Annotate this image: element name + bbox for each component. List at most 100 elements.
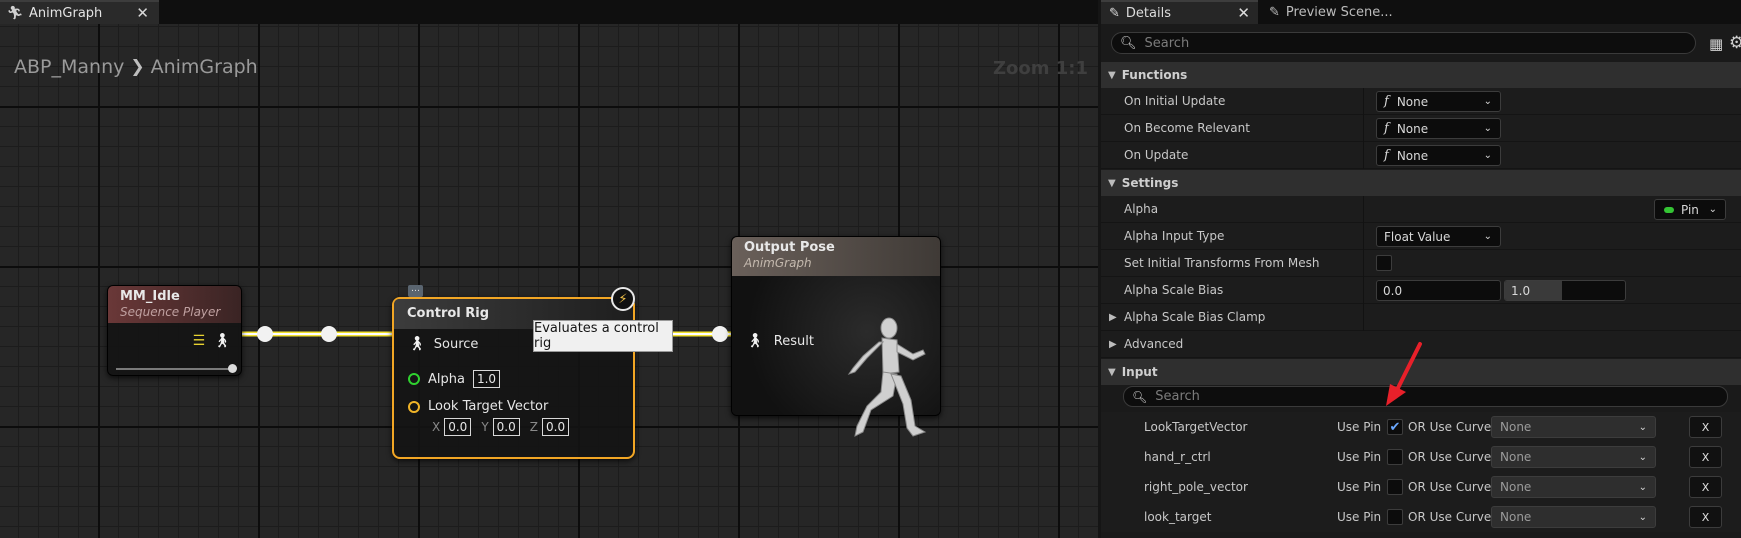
clear-curve-button[interactable]: X (1689, 476, 1722, 498)
scale-bias-min-field[interactable]: 0.0 (1376, 280, 1501, 301)
node-tooltip: Evaluates a control rig (533, 320, 673, 352)
search-icon: 🔍︎ (1120, 35, 1137, 51)
input-name: LookTargetVector (1144, 420, 1248, 434)
float-pin-icon[interactable] (408, 373, 420, 385)
alpha-value-field[interactable]: 1.0 (472, 370, 501, 388)
prop-alpha: Alpha Pin ⌄ (1101, 196, 1741, 223)
function-combo[interactable]: f None ⌄ (1376, 91, 1501, 112)
chevron-down-icon: ⌄ (1638, 421, 1647, 433)
graph-editor: 🏃︎ AnimGraph ✕ ABP_Manny ❯ AnimGraph Zoo… (0, 0, 1098, 538)
alpha-input-type-combo[interactable]: Float Value ⌄ (1376, 226, 1501, 247)
pin-result[interactable]: 🚶︎ Result (746, 333, 814, 349)
vector-pin-icon[interactable] (408, 400, 420, 413)
tab-label: Preview Scene... (1285, 4, 1393, 20)
chevron-down-icon: ⌄ (1638, 481, 1647, 493)
pose-pin-icon[interactable]: 🚶︎ (213, 333, 231, 349)
input-row-hand-r-ctrl: hand_r_ctrl Use Pin OR Use Curve None ⌄ … (1101, 442, 1741, 472)
clear-curve-button[interactable]: X (1689, 446, 1722, 468)
chevron-down-icon: ⌄ (1483, 96, 1492, 107)
chevron-down-icon: ⌄ (1483, 150, 1492, 161)
function-combo[interactable]: f None ⌄ (1376, 145, 1501, 166)
chevron-down-icon: ⌄ (1483, 123, 1492, 134)
lightning-icon: ⚡︎ (611, 287, 635, 311)
chevron-down-icon: ⌄ (1638, 451, 1647, 463)
curve-combo[interactable]: None ⌄ (1491, 446, 1656, 468)
use-pin-checkbox[interactable] (1387, 509, 1403, 525)
pose-pin-icon[interactable]: 🚶︎ (746, 333, 764, 349)
combo-value: None (1500, 510, 1532, 524)
x-field[interactable]: 0.0 (444, 418, 472, 436)
wire-idle-to-rig[interactable] (242, 326, 394, 342)
prop-on-initial-update: On Initial Update f None ⌄ (1101, 88, 1741, 115)
node-mm-idle[interactable]: MM_Idle Sequence Player ☰ 🚶︎ (107, 285, 242, 376)
z-field[interactable]: 0.0 (542, 418, 570, 436)
input-name: hand_r_ctrl (1144, 450, 1211, 464)
pin-source[interactable]: 🚶︎ Source (408, 336, 478, 352)
list-icon[interactable]: ☰ (193, 333, 206, 349)
use-pin-checkbox[interactable] (1387, 449, 1403, 465)
close-icon[interactable]: ✕ (1237, 4, 1250, 22)
combo-value: None (1396, 148, 1429, 163)
wire-rig-to-output[interactable] (672, 326, 732, 342)
section-functions[interactable]: ▼ Functions (1101, 62, 1741, 88)
prop-label: Advanced (1124, 337, 1184, 351)
combo-value: None (1396, 121, 1429, 136)
use-pin-checkbox[interactable] (1387, 479, 1403, 495)
search-input[interactable] (1144, 35, 1665, 51)
x-label: X (432, 420, 441, 434)
input-name: look_target (1144, 510, 1212, 524)
prop-alpha-input-type: Alpha Input Type Float Value ⌄ (1101, 223, 1741, 250)
y-field[interactable]: 0.0 (492, 418, 520, 436)
column-divider (1363, 142, 1364, 169)
table-view-icon[interactable]: ▦ (1709, 35, 1723, 53)
prop-set-initial-transforms: Set Initial Transforms From Mesh (1101, 250, 1741, 277)
column-divider (1363, 115, 1364, 142)
column-divider (1363, 88, 1364, 115)
initial-transforms-checkbox[interactable] (1376, 255, 1392, 271)
idle-pins: ☰ 🚶︎ (193, 333, 231, 349)
prop-label: Alpha Input Type (1124, 229, 1225, 243)
use-pin-label: Use Pin (1337, 480, 1382, 494)
pencil-icon: ✎ (1269, 4, 1280, 20)
or-curve-label: OR Use Curve (1408, 420, 1492, 434)
function-icon: f (1384, 94, 1389, 109)
play-position-slider[interactable] (116, 364, 237, 373)
pin-look-target[interactable]: Look Target Vector (408, 399, 548, 414)
tab-preview-scene[interactable]: ✎ Preview Scene... (1261, 0, 1431, 24)
node-title: MM_Idle (120, 289, 180, 304)
function-icon: f (1384, 148, 1389, 163)
slider-knob[interactable] (228, 364, 237, 373)
clear-curve-button[interactable]: X (1689, 416, 1722, 438)
vector-fields: X 0.0 Y 0.0 Z 0.0 (432, 418, 570, 436)
pin-alpha[interactable]: Alpha 1.0 (408, 370, 501, 388)
tab-details[interactable]: ✎ Details ✕ (1101, 0, 1258, 24)
prop-alpha-scale-bias-clamp[interactable]: ▶ Alpha Scale Bias Clamp (1101, 304, 1741, 331)
scale-bias-max-field[interactable]: 1.0 (1504, 280, 1626, 301)
curve-combo[interactable]: None ⌄ (1491, 506, 1656, 528)
pin-dropdown[interactable]: Pin ⌄ (1654, 199, 1726, 220)
node-output-pose[interactable]: Output Pose AnimGraph 🚶︎ Result (731, 236, 941, 437)
details-search[interactable]: 🔍︎ (1111, 32, 1696, 54)
use-pin-label: Use Pin (1337, 450, 1382, 464)
section-label: Settings (1121, 176, 1179, 190)
section-settings[interactable]: ▼ Settings (1101, 170, 1741, 196)
comment-bubble-icon[interactable]: … (408, 285, 423, 297)
combo-value: None (1500, 420, 1532, 434)
curve-combo[interactable]: None ⌄ (1491, 416, 1656, 438)
curve-combo[interactable]: None ⌄ (1491, 476, 1656, 498)
gear-icon[interactable]: ⚙ (1729, 33, 1741, 53)
section-label: Functions (1121, 68, 1188, 82)
pin-label: Pin (1681, 202, 1699, 217)
column-divider (1363, 277, 1364, 304)
field-value: 1.0 (1511, 283, 1531, 298)
prop-on-update: On Update f None ⌄ (1101, 142, 1741, 169)
clear-curve-button[interactable]: X (1689, 506, 1722, 528)
function-combo[interactable]: f None ⌄ (1376, 118, 1501, 139)
combo-value: None (1500, 450, 1532, 464)
use-pin-checkbox[interactable]: ✔ (1387, 419, 1403, 435)
input-row-look-target: look_target Use Pin OR Use Curve None ⌄ … (1101, 502, 1741, 532)
pose-pin-icon[interactable]: 🚶︎ (408, 336, 426, 352)
prop-label: Alpha Scale Bias Clamp (1124, 310, 1266, 324)
node-header: Output Pose AnimGraph (732, 237, 940, 276)
checkmark-icon: ✔ (1389, 419, 1401, 435)
